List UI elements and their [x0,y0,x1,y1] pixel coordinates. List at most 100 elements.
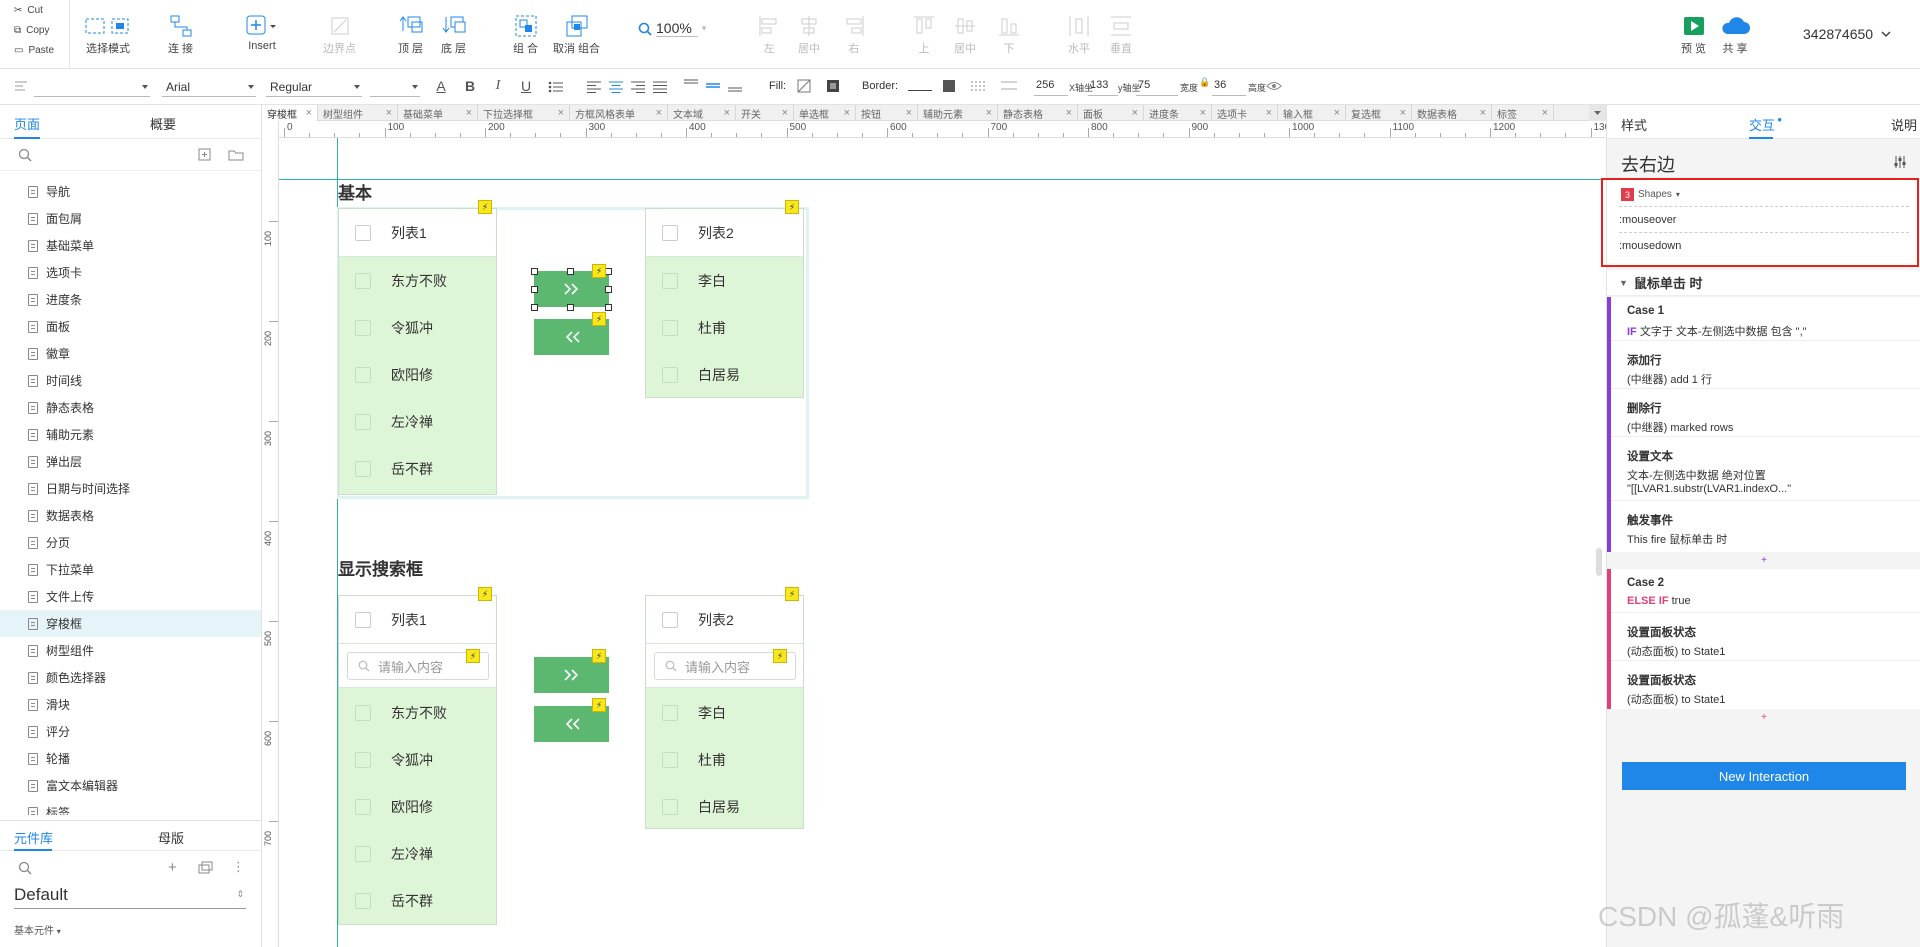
x-position-input[interactable]: 256 [1034,76,1068,96]
tab-library[interactable]: 元件库 [14,828,53,847]
align-text-right-icon[interactable] [630,80,646,94]
item-checkbox[interactable] [662,366,678,383]
border-fill-swatch[interactable] [942,79,956,93]
edge-points-button[interactable]: 边界点 [323,12,356,56]
aspect-lock-icon[interactable]: 🔒 [1199,77,1210,88]
valign-top-icon[interactable] [683,77,699,93]
style-dropdown[interactable] [34,77,150,97]
list-item[interactable]: 白居易 [646,783,803,830]
close-icon[interactable]: × [1200,107,1206,119]
close-icon[interactable]: × [1542,107,1548,119]
close-icon[interactable]: × [724,107,730,119]
preview-button[interactable]: 预 览 [1681,12,1706,56]
doc-tab[interactable]: 复选框 × [1346,105,1412,121]
page-item[interactable]: 滑块 [0,691,261,718]
doc-tab[interactable]: 辅助元素 × [918,105,998,121]
library-manage-icon[interactable] [198,861,214,875]
resize-handle-sw[interactable] [531,304,538,311]
list-item[interactable]: 李白 [646,257,803,304]
connect-button[interactable]: 连 接 [168,12,193,56]
item-checkbox[interactable] [662,798,678,815]
item-checkbox[interactable] [355,413,371,430]
page-item[interactable]: 静态表格 [0,394,261,421]
item-checkbox[interactable] [662,319,678,336]
bring-to-front-button[interactable]: 顶 层 [398,12,423,56]
close-icon[interactable]: × [1480,107,1486,119]
page-item[interactable]: 下拉菜单 [0,556,261,583]
doc-tab[interactable]: 面板 × [1078,105,1144,121]
tab-outline[interactable]: 概要 [150,114,176,133]
close-icon[interactable]: × [558,107,564,119]
page-item[interactable]: 辅助元素 [0,421,261,448]
close-icon[interactable]: × [1066,107,1072,119]
list-item[interactable]: 令狐冲 [339,736,496,783]
fill-style-swatch[interactable] [826,79,840,93]
close-icon[interactable]: × [306,107,312,119]
item-checkbox[interactable] [662,751,678,768]
add-page-icon[interactable] [198,148,212,162]
page-item[interactable]: 轮播 [0,745,261,772]
click-event-header[interactable]: ▼ 鼠标单击 时 [1607,270,1920,296]
action-name[interactable]: 触发事件 [1627,512,1673,528]
user-account-menu[interactable]: 342874650 [1803,26,1891,42]
list-item[interactable]: 岳不群 [339,445,496,492]
doc-tab[interactable]: 输入框 × [1278,105,1346,121]
insert-button[interactable]: Insert [246,12,278,52]
select-mode-button[interactable]: 选择模式 [85,12,131,56]
resize-handle-w[interactable] [531,286,538,293]
valign-middle-icon[interactable] [705,77,721,93]
design-canvas[interactable]: 基本 列表1 东方不败 令狐冲 欧阳修 左冷禅 岳不群 ⚡ 列表2 李白 杜甫 白居易 ⚡ … [279,138,1606,947]
resize-handle-e[interactable] [605,286,612,293]
resize-handle-nw[interactable] [531,268,538,275]
action-name[interactable]: 设置面板状态 [1627,624,1696,640]
border-color-swatch[interactable] [908,82,932,91]
doc-tab[interactable]: 单选框 × [794,105,856,121]
doc-tab[interactable]: 选项卡 × [1212,105,1278,121]
visibility-eye-icon[interactable] [1266,79,1282,93]
page-item[interactable]: 颜色选择器 [0,664,261,691]
page-item[interactable]: 面板 [0,313,261,340]
list-item[interactable]: 左冷禅 [339,398,496,445]
group-button[interactable]: 组 合 [513,12,538,56]
bold-icon[interactable]: B [462,78,478,94]
page-item[interactable]: 数据表格 [0,502,261,529]
item-checkbox[interactable] [355,751,371,768]
height-input[interactable]: 36 [1212,76,1246,96]
item-checkbox[interactable] [355,892,371,909]
arrow-style-icon[interactable] [1000,79,1018,93]
list-item[interactable]: 东方不败 [339,257,496,304]
close-icon[interactable]: × [1266,107,1272,119]
close-icon[interactable]: × [1132,107,1138,119]
close-icon[interactable]: × [782,107,788,119]
resize-handle-n[interactable] [567,268,574,275]
page-item[interactable]: 穿梭框 [0,610,261,637]
list-item[interactable]: 令狐冲 [339,304,496,351]
font-family-select[interactable]: Arial [162,77,256,97]
add-library-icon[interactable]: + [168,859,177,876]
tab-pages[interactable]: 页面 [14,114,40,133]
page-item[interactable]: 选项卡 [0,259,261,286]
ungroup-button[interactable]: 取消 组合 [553,12,600,56]
case-2[interactable]: Case 2 ELSE IF true 设置面板状态 (动态面板) to Sta… [1607,569,1920,709]
doc-tab[interactable]: 按钮 × [856,105,918,121]
resize-handle-s[interactable] [567,304,574,311]
share-button[interactable]: 共 享 [1720,12,1750,56]
item-checkbox[interactable] [355,366,371,383]
library-search-icon[interactable] [18,861,32,875]
tab-interactions[interactable]: 交互 ● [1749,115,1782,134]
tab-notes[interactable]: 说明 [1891,115,1917,134]
page-item[interactable]: 时间线 [0,367,261,394]
search-icon[interactable] [18,148,32,162]
zoom-dropdown[interactable]: 100% ▾ [638,20,706,37]
action-name[interactable]: 添加行 [1627,352,1662,368]
page-item[interactable]: 徽章 [0,340,261,367]
page-item[interactable]: 文件上传 [0,583,261,610]
justify-text-icon[interactable] [652,80,668,94]
close-icon[interactable]: × [466,107,472,119]
doc-tab[interactable]: 标签 × [1492,105,1554,121]
doc-tab[interactable]: 基础菜单 × [398,105,478,121]
action-name[interactable]: 删除行 [1627,400,1662,416]
page-item[interactable]: 日期与时间选择 [0,475,261,502]
doc-tab[interactable]: 方框风格表单 × [570,105,668,121]
select-all-checkbox[interactable] [662,224,678,241]
